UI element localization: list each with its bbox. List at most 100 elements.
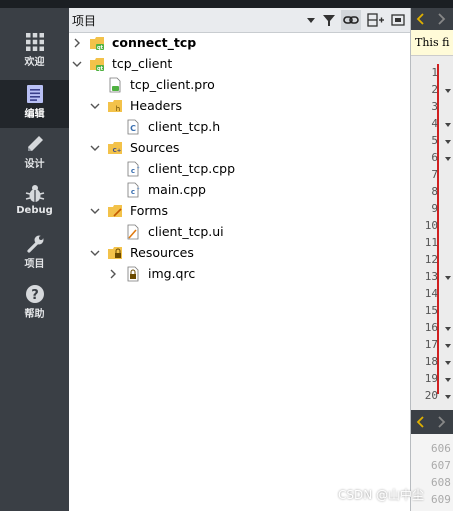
svg-text:qt: qt xyxy=(97,45,104,51)
svg-text:?: ? xyxy=(31,288,39,303)
close-panel-icon[interactable] xyxy=(388,10,408,30)
dropdown-arrow-icon[interactable] xyxy=(301,10,321,30)
fold-marker-icon[interactable] xyxy=(445,157,451,161)
filter-icon[interactable] xyxy=(319,10,339,30)
tree-item-label: Resources xyxy=(130,245,194,260)
back-arrow-icon[interactable] xyxy=(413,414,429,430)
chevron-down-icon[interactable] xyxy=(71,58,83,70)
header-file-icon: C xyxy=(127,119,139,135)
fold-marker-icon[interactable] xyxy=(445,395,451,399)
tree-item-header-file[interactable]: C client_tcp.h xyxy=(69,117,410,138)
qt-project-folder-icon: qt xyxy=(90,58,104,72)
line-number: 5 xyxy=(431,134,438,147)
mode-projects[interactable]: 项目 xyxy=(0,230,69,278)
sources-folder-icon: C+ xyxy=(108,142,122,154)
watermark: CSDN @山中尘 xyxy=(338,488,425,502)
chevron-down-icon[interactable] xyxy=(89,142,101,154)
panel-title: 项目 xyxy=(72,14,97,28)
line-number: 606 xyxy=(431,442,451,455)
tree-item-qrc-file[interactable]: img.qrc xyxy=(69,264,410,285)
tree-item-label: client_tcp.ui xyxy=(148,224,224,239)
fold-marker-icon[interactable] xyxy=(445,123,451,127)
tree-item-label: Forms xyxy=(130,203,169,218)
forward-arrow-icon[interactable] xyxy=(433,414,449,430)
tree-item-connect-tcp[interactable]: qt connect_tcp xyxy=(69,33,410,54)
projects-panel: 项目 qt connect_tcp qt tcp_client tcp_clie… xyxy=(69,8,410,511)
ui-file-icon xyxy=(127,224,139,240)
line-number-gutter: 1 2 3 4 5 6 7 8 9 10 11 12 13 14 15 16 17 18 19 20 xyxy=(411,62,453,402)
line-number: 14 xyxy=(424,287,438,300)
line-number: 16 xyxy=(424,321,438,334)
mode-edit-label: 编辑 xyxy=(24,109,45,120)
tree-item-ui-file[interactable]: client_tcp.ui xyxy=(69,222,410,243)
mode-design-label: 设计 xyxy=(24,159,45,170)
tree-item-tcp-client[interactable]: qt tcp_client xyxy=(69,54,410,75)
tree-item-cpp-file[interactable]: c + main.cpp xyxy=(69,180,410,201)
chevron-right-icon[interactable] xyxy=(107,268,119,280)
fold-marker-icon[interactable] xyxy=(445,378,451,382)
svg-text:h: h xyxy=(116,105,120,113)
mode-welcome-label: 欢迎 xyxy=(24,57,45,68)
bug-icon xyxy=(25,185,44,202)
fold-marker-icon[interactable] xyxy=(445,361,451,365)
mode-edit[interactable]: 编辑 xyxy=(0,80,69,128)
link-icon[interactable] xyxy=(341,10,361,30)
tree-item-resources[interactable]: Resources xyxy=(69,243,410,264)
line-number: 12 xyxy=(424,253,438,266)
line-number: 17 xyxy=(424,338,438,351)
tree-item-label: img.qrc xyxy=(148,266,196,281)
mode-welcome[interactable]: 欢迎 xyxy=(0,28,69,76)
fold-marker-icon[interactable] xyxy=(445,140,451,144)
fold-marker-icon[interactable] xyxy=(445,344,451,348)
line-number: 10 xyxy=(424,219,438,232)
split-icon[interactable] xyxy=(365,10,385,30)
cpp-file-icon: c + xyxy=(127,161,140,177)
chevron-down-icon[interactable] xyxy=(89,100,101,112)
tree-item-pro-file[interactable]: tcp_client.pro xyxy=(69,75,410,96)
pro-file-icon xyxy=(109,77,121,93)
line-number: 1 xyxy=(431,66,438,79)
svg-text:C: C xyxy=(130,124,136,133)
fold-marker-icon[interactable] xyxy=(445,89,451,93)
mode-help[interactable]: ? 帮助 xyxy=(0,280,69,328)
tree-item-label: main.cpp xyxy=(148,182,206,197)
svg-text:+: + xyxy=(137,165,140,170)
mode-debug-label: Debug xyxy=(16,205,53,216)
editor-pane: This fi 1 2 3 4 5 6 7 8 9 10 11 12 13 14 15 16 17 18 19 20 … xyxy=(410,8,453,511)
tree-item-label: tcp_client xyxy=(112,56,173,71)
tree-item-cpp-file[interactable]: c + client_tcp.cpp xyxy=(69,159,410,180)
projects-toolbar: 项目 xyxy=(69,8,410,33)
chevron-right-icon[interactable] xyxy=(71,37,83,49)
line-number: 4 xyxy=(431,117,438,130)
line-number: 20 xyxy=(424,389,438,402)
back-arrow-icon[interactable] xyxy=(413,11,429,27)
chevron-down-icon[interactable] xyxy=(89,205,101,217)
resources-folder-icon xyxy=(108,247,122,259)
line-number: 11 xyxy=(424,236,438,249)
tree-item-headers[interactable]: h Headers xyxy=(69,96,410,117)
document-edit-icon xyxy=(26,85,43,103)
mode-debug[interactable]: Debug xyxy=(0,180,69,228)
fold-marker-icon[interactable] xyxy=(445,327,451,331)
line-number: 9 xyxy=(431,202,438,215)
line-number: 19 xyxy=(424,372,438,385)
svg-text:C+: C+ xyxy=(113,148,122,154)
tree-item-label: Sources xyxy=(130,140,180,155)
forward-arrow-icon[interactable] xyxy=(433,11,449,27)
editor-tab-bar-lower xyxy=(411,410,453,434)
svg-text:qt: qt xyxy=(97,66,104,72)
qrc-file-icon xyxy=(127,266,139,282)
fold-marker-icon[interactable] xyxy=(445,276,451,280)
chevron-down-icon[interactable] xyxy=(89,247,101,259)
line-number: 6 xyxy=(431,151,438,164)
tree-item-label: client_tcp.h xyxy=(148,119,221,134)
help-icon: ? xyxy=(25,285,44,303)
mode-design[interactable]: 设计 xyxy=(0,130,69,178)
line-number: 607 xyxy=(431,459,451,472)
tree-item-sources[interactable]: C+ Sources xyxy=(69,138,410,159)
line-number: 2 xyxy=(431,83,438,96)
tree-item-forms[interactable]: Forms xyxy=(69,201,410,222)
qt-project-folder-icon: qt xyxy=(90,37,104,51)
forms-folder-icon xyxy=(108,205,122,217)
info-bar: This fi xyxy=(411,30,453,56)
